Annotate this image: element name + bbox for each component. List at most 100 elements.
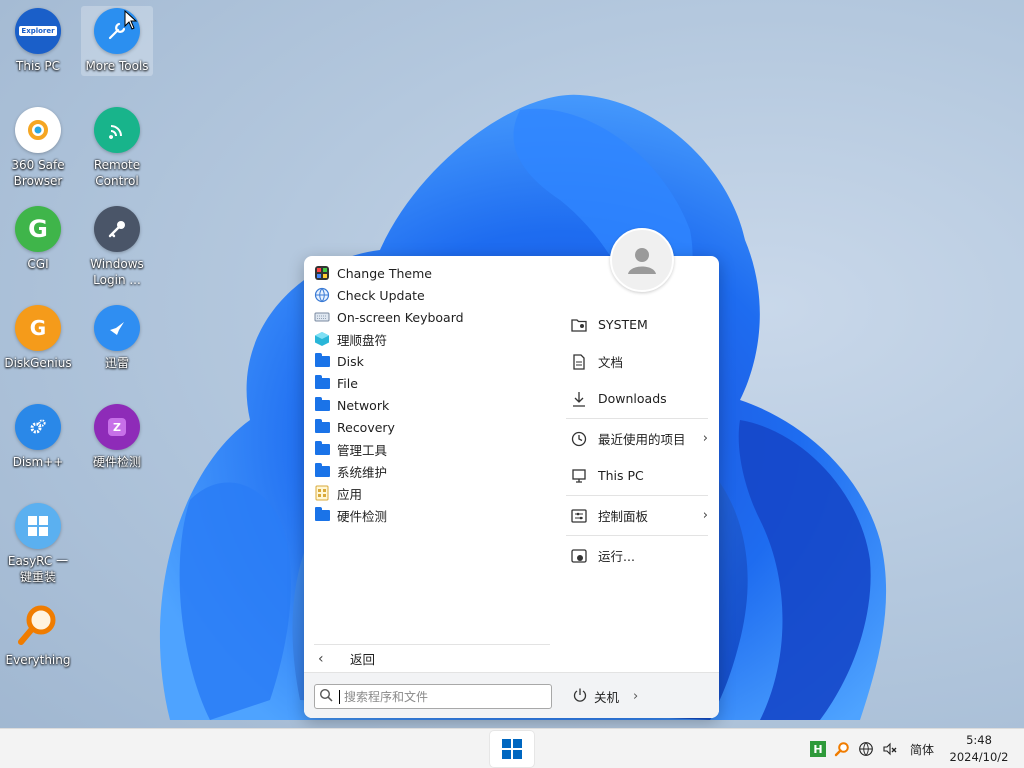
hardware-check-icon: Z [94, 404, 140, 450]
folder-icon [314, 396, 330, 413]
chevron-right-icon: › [702, 508, 708, 523]
shortcut-documents[interactable]: 文档 [566, 343, 708, 380]
program-item-system-maintenance[interactable]: 系统维护 [312, 460, 552, 482]
search-input[interactable] [344, 689, 544, 704]
start-menu-footer: 关机 › [304, 672, 719, 718]
desktop-icon-easyrc[interactable]: EasyRC 一键重装 [2, 503, 74, 585]
program-item-network[interactable]: Network [312, 394, 552, 416]
download-icon [570, 390, 588, 408]
program-item-disk[interactable]: Disk [312, 350, 552, 372]
desktop-icon-everything[interactable]: Everything [2, 602, 74, 668]
system-tray: H 简体 5:48 2024/10/2 [806, 729, 1024, 768]
magnifier-icon [15, 602, 61, 648]
desktop-icon-label: DiskGenius [4, 356, 72, 370]
clock-date: 2024/10/2 [949, 750, 1009, 764]
chevron-right-icon[interactable]: › [633, 689, 638, 704]
chevron-left-icon: ‹ [318, 650, 324, 667]
folder-icon [314, 506, 330, 523]
start-menu: Change Theme Check Update On-screen Keyb… [304, 228, 719, 718]
program-item-drive-letters[interactable]: 理顺盘符 [312, 328, 552, 350]
desktop-icon-diskgenius[interactable]: G DiskGenius [2, 305, 74, 371]
desktop-icon-label: Windows Login ... [90, 257, 144, 287]
windows-reinstall-icon [15, 503, 61, 549]
folder-icon [314, 440, 330, 457]
search-icon [319, 687, 333, 706]
desktop-icon-dism[interactable]: Dism++ [2, 404, 74, 470]
desktop-icon-hardware-check[interactable]: Z 硬件检测 [81, 404, 153, 470]
folder-icon [314, 462, 330, 479]
control-panel-icon [570, 507, 588, 525]
explorer-icon: Explorer [15, 8, 61, 54]
shortcut-system[interactable]: SYSTEM [566, 306, 708, 343]
desktop-icon-cgi[interactable]: G CGI [2, 206, 74, 272]
program-item-label: 应用 [337, 486, 363, 502]
everything-search-icon[interactable] [832, 739, 852, 759]
desktop-icon-label: Remote Control [93, 158, 141, 188]
desktop-icon-label: Everything [5, 653, 71, 667]
program-item-label: 硬件检测 [337, 508, 388, 524]
desktop-icon-label: This PC [16, 59, 60, 73]
network-globe-icon[interactable] [856, 739, 876, 759]
clock-icon [570, 430, 588, 448]
shortcut-label: Downloads [598, 391, 667, 406]
program-item-onscreen-keyboard[interactable]: On-screen Keyboard [312, 306, 552, 328]
shortcut-control-panel[interactable]: 控制面板 › [566, 497, 708, 534]
computer-icon [570, 467, 588, 485]
cube-icon [314, 331, 330, 347]
app-icon [314, 485, 330, 501]
back-label: 返回 [350, 652, 376, 667]
divider [566, 495, 708, 496]
program-item-hardware-check[interactable]: 硬件检测 [312, 504, 552, 526]
volume-muted-icon[interactable] [880, 739, 900, 759]
program-item-label: 理顺盘符 [337, 332, 388, 348]
shortcut-label: 运行... [598, 549, 635, 564]
search-box[interactable] [314, 684, 552, 709]
user-icon [628, 248, 656, 274]
clock-time: 5:48 [966, 733, 992, 747]
folder-icon [314, 418, 330, 435]
shortcut-run[interactable]: 运行... [566, 537, 708, 574]
program-item-apps[interactable]: 应用 [312, 482, 552, 504]
input-language-indicator[interactable]: 简体 [910, 741, 934, 758]
shutdown-button[interactable]: 关机 › [568, 683, 642, 709]
program-item-label: On-screen Keyboard [337, 309, 464, 325]
program-item-label: File [337, 375, 358, 391]
program-item-label: Network [337, 397, 390, 413]
back-button[interactable]: ‹ 返回 [314, 644, 550, 672]
shortcut-downloads[interactable]: Downloads [566, 380, 708, 417]
chevron-right-icon: › [702, 431, 708, 446]
windows-logo-icon [502, 739, 522, 759]
desktop-icon-this-pc[interactable]: Explorer This PC [2, 8, 74, 74]
desktop-icon-more-tools[interactable]: More Tools [81, 6, 153, 76]
divider [566, 418, 708, 419]
desktop-icon-windows-login[interactable]: Windows Login ... [81, 206, 153, 288]
shortcut-label: SYSTEM [598, 317, 648, 332]
shortcut-label: 文档 [598, 355, 624, 370]
desktop-icon-label: 迅雷 [104, 356, 129, 370]
desktop-icon-label: Dism++ [12, 455, 64, 469]
desktop-icon-xunlei[interactable]: 迅雷 [81, 305, 153, 371]
shortcut-recent-items[interactable]: 最近使用的项目 › [566, 420, 708, 457]
desktop-icon-label: 360 Safe Browser [11, 158, 65, 188]
program-item-check-update[interactable]: Check Update [312, 284, 552, 306]
desktop-icon-remote-control[interactable]: Remote Control [81, 107, 153, 189]
shortcut-this-pc[interactable]: This PC [566, 457, 708, 494]
program-item-admin-tools[interactable]: 管理工具 [312, 438, 552, 460]
program-list: Change Theme Check Update On-screen Keyb… [312, 262, 552, 526]
folder-icon [314, 374, 330, 391]
user-folder-icon [570, 316, 588, 334]
desktop-icon-360-browser[interactable]: 360 Safe Browser [2, 107, 74, 189]
taskbar: H 简体 5:48 2024/10/2 [0, 728, 1024, 768]
document-icon [570, 353, 588, 371]
start-button[interactable] [490, 731, 534, 767]
shortcut-label: This PC [598, 468, 644, 483]
program-item-file[interactable]: File [312, 372, 552, 394]
user-avatar[interactable] [610, 228, 674, 292]
program-item-recovery[interactable]: Recovery [312, 416, 552, 438]
program-item-change-theme[interactable]: Change Theme [312, 262, 552, 284]
h-app-icon[interactable]: H [808, 739, 828, 759]
power-icon [572, 687, 588, 706]
taskbar-clock[interactable]: 5:48 2024/10/2 [942, 732, 1016, 766]
diskgenius-icon: G [15, 305, 61, 351]
program-item-label: 管理工具 [337, 442, 388, 458]
